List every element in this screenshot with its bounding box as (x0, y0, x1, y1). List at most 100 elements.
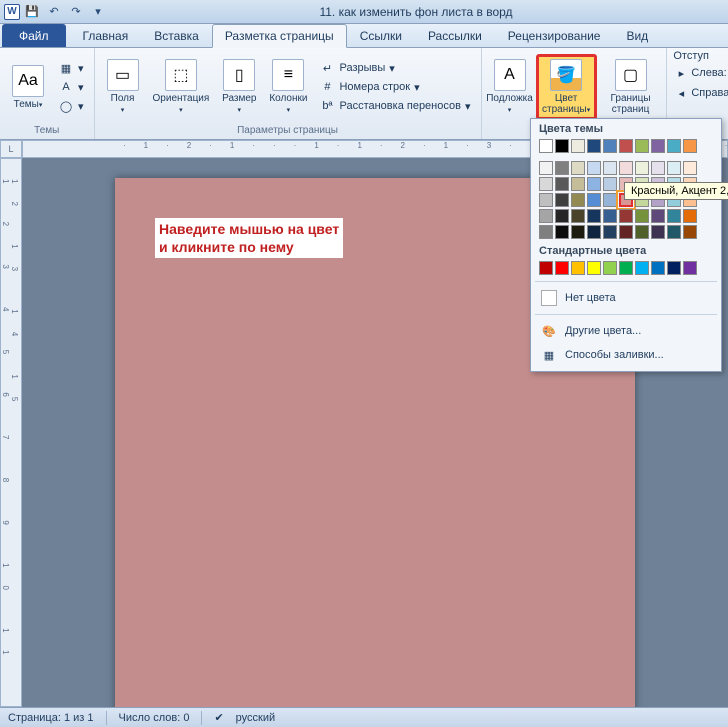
color-swatch[interactable] (651, 209, 665, 223)
orientation-button[interactable]: ⬚ Ориентация▾ (149, 57, 214, 117)
status-page[interactable]: Страница: 1 из 1 (8, 712, 94, 724)
color-swatch[interactable] (603, 161, 617, 175)
color-swatch[interactable] (635, 209, 649, 223)
color-swatch[interactable] (539, 261, 553, 275)
fill-effects-item[interactable]: ▦ Способы заливки... (531, 343, 721, 367)
color-swatch[interactable] (603, 225, 617, 239)
color-swatch[interactable] (651, 161, 665, 175)
page-color-dropdown: Цвета темы Стандартные цвета Нет цвета 🎨… (530, 118, 722, 372)
theme-colors-button[interactable]: ▦▾ (54, 59, 88, 77)
color-swatch[interactable] (571, 139, 585, 153)
color-swatch[interactable] (571, 177, 585, 191)
color-swatch[interactable] (587, 193, 601, 207)
color-swatch[interactable] (539, 225, 553, 239)
color-swatch[interactable] (683, 261, 697, 275)
color-swatch[interactable] (667, 161, 681, 175)
color-swatch[interactable] (539, 139, 553, 153)
color-swatch[interactable] (619, 139, 633, 153)
columns-button[interactable]: ≡ Колонки▾ (265, 57, 311, 117)
color-swatch[interactable] (587, 139, 601, 153)
color-swatch[interactable] (555, 193, 569, 207)
color-swatch[interactable] (555, 261, 569, 275)
size-button[interactable]: ▯ Размер▾ (217, 57, 261, 117)
theme-fonts-button[interactable]: A▾ (54, 78, 88, 96)
status-language[interactable]: русский (236, 712, 275, 724)
color-swatch[interactable] (587, 209, 601, 223)
tab-review[interactable]: Рецензирование (495, 24, 614, 47)
status-word-count[interactable]: Число слов: 0 (119, 712, 190, 724)
color-swatch[interactable] (667, 139, 681, 153)
color-swatch[interactable] (571, 209, 585, 223)
color-swatch[interactable] (539, 193, 553, 207)
color-swatch[interactable] (667, 261, 681, 275)
color-swatch[interactable] (571, 225, 585, 239)
color-swatch[interactable] (555, 161, 569, 175)
watermark-button[interactable]: A Подложка▾ (488, 57, 532, 117)
color-swatch[interactable] (603, 177, 617, 191)
theme-effects-button[interactable]: ◯▾ (54, 97, 88, 115)
color-swatch[interactable] (603, 193, 617, 207)
color-swatch[interactable] (603, 209, 617, 223)
tab-home[interactable]: Главная (70, 24, 142, 47)
tab-page-layout[interactable]: Разметка страницы (212, 24, 347, 48)
proofing-icon[interactable]: ✔ (214, 711, 223, 724)
tab-file[interactable]: Файл (2, 24, 66, 47)
color-swatch[interactable] (619, 225, 633, 239)
color-swatch[interactable] (635, 161, 649, 175)
theme-shades-grid (531, 159, 721, 241)
line-numbers-button[interactable]: #Номера строк ▾ (315, 78, 474, 96)
color-swatch[interactable] (619, 161, 633, 175)
color-swatch[interactable] (667, 225, 681, 239)
color-swatch[interactable] (635, 225, 649, 239)
watermark-icon: A (494, 59, 526, 91)
breaks-button[interactable]: ↵Разрывы ▾ (315, 59, 474, 77)
tab-references[interactable]: Ссылки (347, 24, 415, 47)
color-swatch[interactable] (587, 177, 601, 191)
color-swatch[interactable] (651, 139, 665, 153)
tab-view[interactable]: Вид (613, 24, 661, 47)
themes-button[interactable]: Aa Темы▾ (6, 63, 50, 112)
tab-insert[interactable]: Вставка (141, 24, 212, 47)
color-swatch[interactable] (635, 139, 649, 153)
color-swatch[interactable] (555, 225, 569, 239)
color-swatch[interactable] (683, 161, 697, 175)
qat-customize-icon[interactable]: ▾ (88, 2, 108, 22)
page-color-button[interactable]: 🪣 Цвет страницы▾ (536, 54, 597, 120)
color-swatch[interactable] (587, 261, 601, 275)
color-swatch[interactable] (619, 209, 633, 223)
color-swatch[interactable] (587, 161, 601, 175)
color-swatch[interactable] (571, 193, 585, 207)
ruler-toggle[interactable]: L (0, 140, 22, 158)
color-swatch[interactable] (539, 209, 553, 223)
color-swatch[interactable] (555, 209, 569, 223)
tab-mailings[interactable]: Рассылки (415, 24, 495, 47)
page-borders-button[interactable]: ▢ Границы страниц (601, 57, 661, 117)
color-swatch[interactable] (667, 209, 681, 223)
redo-icon[interactable]: ↷ (66, 2, 86, 22)
color-swatch[interactable] (571, 261, 585, 275)
no-color-item[interactable]: Нет цвета (531, 286, 721, 310)
color-swatch[interactable] (555, 177, 569, 191)
color-swatch[interactable] (619, 261, 633, 275)
color-swatch[interactable] (603, 261, 617, 275)
standard-colors-label: Стандартные цвета (531, 241, 721, 259)
color-swatch[interactable] (651, 225, 665, 239)
color-swatch[interactable] (603, 139, 617, 153)
color-swatch[interactable] (539, 177, 553, 191)
hyphenation-button[interactable]: bªРасстановка переносов ▾ (315, 97, 474, 115)
more-colors-item[interactable]: 🎨 Другие цвета... (531, 319, 721, 343)
color-swatch[interactable] (539, 161, 553, 175)
margins-button[interactable]: ▭ Поля▾ (101, 57, 145, 117)
color-swatch[interactable] (635, 261, 649, 275)
color-swatch[interactable] (571, 161, 585, 175)
undo-icon[interactable]: ↶ (44, 2, 64, 22)
color-swatch[interactable] (683, 139, 697, 153)
instruction-callout: Наведите мышью на цвет и кликните по нем… (155, 218, 343, 258)
color-swatch[interactable] (555, 139, 569, 153)
color-swatch[interactable] (587, 225, 601, 239)
color-swatch[interactable] (651, 261, 665, 275)
vertical-ruler[interactable]: 1 2 3 4 5 6 7 8 9 10 11 12 13 14 15 (0, 158, 22, 707)
color-swatch[interactable] (683, 225, 697, 239)
color-swatch[interactable] (683, 209, 697, 223)
save-icon[interactable]: 💾 (22, 2, 42, 22)
